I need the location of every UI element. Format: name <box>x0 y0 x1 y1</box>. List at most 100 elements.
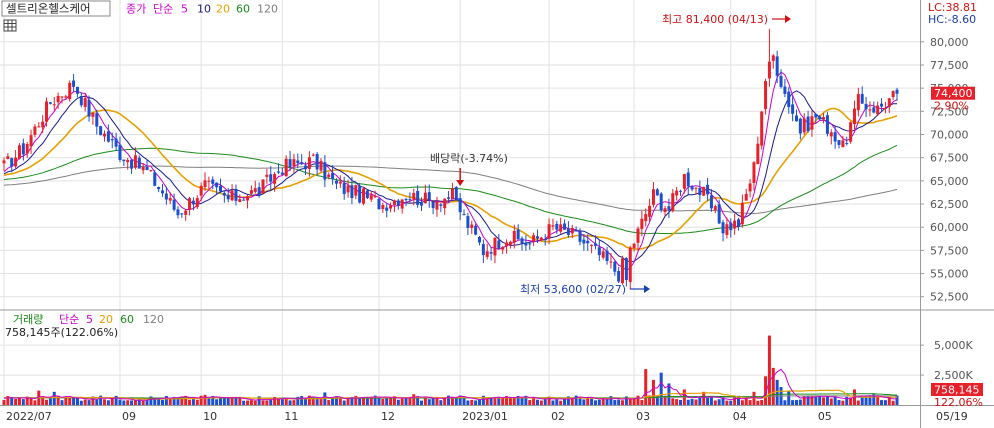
volume-bar <box>203 394 207 405</box>
volume-bar <box>95 399 99 405</box>
volume-bar <box>694 399 698 405</box>
volume-bar <box>582 399 586 405</box>
candle-body <box>860 94 864 104</box>
volume-bar <box>628 398 632 405</box>
candle-body <box>369 194 373 200</box>
volume-bar <box>17 398 21 405</box>
candle-body <box>342 183 346 194</box>
candle-body <box>118 144 122 160</box>
candle-body <box>713 206 717 211</box>
candle-body <box>334 180 338 184</box>
price-tick-label: 80,000 <box>930 36 969 49</box>
volume-bar <box>814 397 818 405</box>
candle-body <box>822 117 826 120</box>
candle-body <box>207 180 211 182</box>
candle-body <box>505 242 509 247</box>
candle-body <box>729 222 733 231</box>
candle-body <box>311 154 315 156</box>
volume-bar <box>253 400 257 405</box>
candle-body <box>234 188 238 201</box>
volume-bar <box>806 395 810 405</box>
candle-body <box>176 209 180 216</box>
candle-body <box>737 219 741 227</box>
candle-body <box>307 157 311 169</box>
candle-body <box>617 270 621 282</box>
candle-body <box>300 162 304 165</box>
price-tick-label: 57,500 <box>930 244 969 257</box>
candle-body <box>296 160 300 164</box>
volume-bar <box>771 367 775 405</box>
candle-body <box>725 224 729 235</box>
ma-period-20: 20 <box>216 3 230 16</box>
candle-body <box>563 223 567 230</box>
volume-bar <box>818 396 822 405</box>
candle-body <box>427 192 431 201</box>
candle-body <box>551 225 555 227</box>
volume-bar <box>512 398 516 405</box>
candle-body <box>520 238 524 244</box>
volume-bar <box>130 400 134 405</box>
stock-chart[interactable]: 52,500 55,000 57,500 60,000 62,500 65,000 67,5… <box>0 0 994 428</box>
candle-body <box>249 190 253 194</box>
candle-body <box>354 185 358 196</box>
volume-bar <box>702 391 706 405</box>
volume-bar <box>841 400 845 405</box>
candle-body <box>667 206 671 211</box>
candle-body <box>837 140 841 145</box>
candle-body <box>493 237 497 256</box>
candle-body <box>172 199 176 210</box>
candle-body <box>532 235 536 242</box>
volume-bar <box>706 397 710 405</box>
table-icon[interactable] <box>3 19 17 32</box>
candle-body <box>6 156 10 160</box>
volume-bar <box>14 398 18 405</box>
volume-bar <box>110 398 114 405</box>
candle-body <box>462 214 466 216</box>
volume-bar <box>640 400 644 405</box>
volume-bar <box>570 398 574 405</box>
candle-body <box>79 96 83 106</box>
dividend-arrow-head <box>456 180 465 186</box>
candle-body <box>385 207 389 211</box>
volume-moving-averages <box>3 368 898 401</box>
volume-bar <box>315 399 319 405</box>
volume-bar <box>679 399 683 405</box>
candle-body <box>671 193 675 211</box>
candle-body <box>497 240 501 249</box>
candle-body <box>508 241 512 245</box>
volume-bar <box>613 400 617 405</box>
volume-bar <box>497 397 501 405</box>
volume-bar <box>605 399 609 405</box>
volume-bar <box>338 398 342 405</box>
candle-body <box>679 190 683 192</box>
volume-bar <box>470 399 474 405</box>
volume-bar <box>300 396 304 405</box>
candle-body <box>829 132 833 137</box>
volume-bar <box>555 399 559 405</box>
candle-body <box>222 192 226 196</box>
volume-bar <box>284 398 288 405</box>
last-volume: 758,145 <box>934 384 980 397</box>
volume-bar <box>389 398 393 405</box>
volume-bar <box>87 400 91 405</box>
candle-body <box>412 192 416 200</box>
volume-bar <box>33 400 37 405</box>
candle-body <box>814 113 818 118</box>
candle-body <box>72 80 76 87</box>
volume-ma-period-5: 5 <box>86 313 93 326</box>
candle-body <box>845 143 849 145</box>
volume-bar <box>358 397 362 405</box>
volume-bar <box>551 400 555 405</box>
candle-body <box>466 216 470 228</box>
volume-bar <box>72 397 76 405</box>
candle-body <box>304 165 308 170</box>
candle-body <box>706 184 710 195</box>
volume-bar <box>891 400 895 405</box>
volume-bar <box>195 399 199 405</box>
candle-body <box>474 225 478 235</box>
candle-body <box>191 200 195 205</box>
candle-body <box>454 187 458 200</box>
change-percent: 2.90% <box>934 100 969 113</box>
date-axis: 2022/07 09 10 11 12 2023/01 02 03 04 05 05/19 <box>6 410 968 423</box>
candle-body <box>346 185 350 193</box>
